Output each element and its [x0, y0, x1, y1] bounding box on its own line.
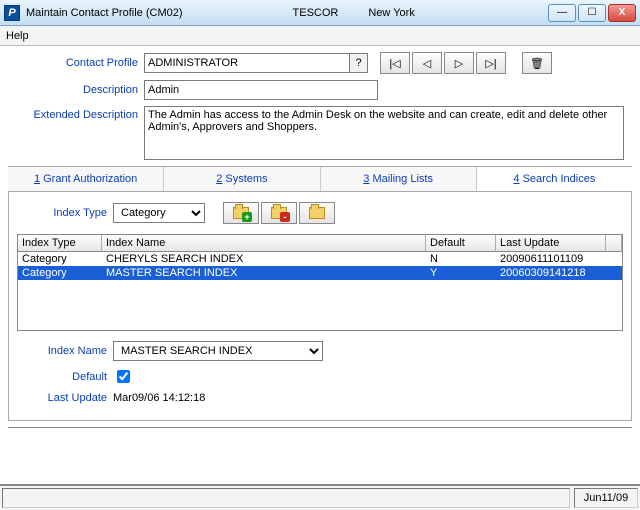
index-grid: Index Type Index Name Default Last Updat… [17, 234, 623, 331]
window-company: TESCOR [293, 7, 339, 19]
col-index-type[interactable]: Index Type [18, 235, 102, 252]
tab-grant-authorization[interactable]: 1 Grant Authorization [8, 167, 164, 191]
col-index-name[interactable]: Index Name [102, 235, 426, 252]
status-bar: Jun11/09 [0, 484, 640, 510]
extended-description-textarea[interactable]: The Admin has access to the Admin Desk o… [144, 106, 624, 160]
delete-button[interactable]: 🗑 [522, 52, 552, 74]
col-last-update[interactable]: Last Update [496, 235, 606, 252]
menu-help[interactable]: Help [6, 30, 29, 42]
index-type-select[interactable]: Category [113, 203, 205, 223]
grid-header: Index Type Index Name Default Last Updat… [18, 235, 622, 252]
open-folder-button[interactable] [299, 202, 335, 224]
tab-strip: 1 Grant Authorization 2 Systems 3 Mailin… [8, 166, 632, 192]
prev-record-button[interactable]: ◁ [412, 52, 442, 74]
col-scroll [606, 235, 622, 252]
contact-profile-input[interactable] [144, 53, 350, 73]
add-folder-button[interactable]: + [223, 202, 259, 224]
label-default: Default [17, 371, 113, 383]
default-checkbox[interactable] [117, 370, 130, 383]
window-location: New York [368, 7, 414, 19]
menu-bar: Help [0, 26, 640, 46]
label-index-type: Index Type [17, 207, 113, 219]
label-contact-profile: Contact Profile [8, 57, 144, 69]
status-message [2, 488, 570, 508]
folder-plus-icon: + [233, 207, 249, 219]
first-record-button[interactable]: |◁ [380, 52, 410, 74]
col-default[interactable]: Default [426, 235, 496, 252]
title-bar: P Maintain Contact Profile (CM02) TESCOR… [0, 0, 640, 26]
status-date: Jun11/09 [574, 488, 638, 508]
next-record-button[interactable]: ▷ [444, 52, 474, 74]
maximize-button[interactable]: ☐ [578, 4, 606, 22]
label-last-update: Last Update [17, 392, 113, 404]
folder-icon [309, 207, 325, 219]
last-record-button[interactable]: ▷| [476, 52, 506, 74]
tab-systems[interactable]: 2 Systems [164, 167, 320, 191]
grid-body[interactable]: Category CHERYLS SEARCH INDEX N 20090611… [18, 252, 622, 330]
close-button[interactable]: X [608, 4, 636, 22]
window-title: Maintain Contact Profile (CM02) [26, 7, 183, 19]
tab-mailing-lists[interactable]: 3 Mailing Lists [321, 167, 477, 191]
label-extended-description: Extended Description [8, 106, 144, 121]
label-description: Description [8, 84, 144, 96]
index-name-select[interactable]: MASTER SEARCH INDEX [113, 341, 323, 361]
label-index-name: Index Name [17, 345, 113, 357]
divider [8, 427, 632, 429]
tab-search-indices[interactable]: 4 Search Indices [477, 167, 632, 191]
description-input[interactable] [144, 80, 378, 100]
lookup-button[interactable]: ? [350, 53, 368, 73]
table-row[interactable]: Category MASTER SEARCH INDEX Y 200603091… [18, 266, 622, 280]
minimize-button[interactable]: — [548, 4, 576, 22]
app-icon: P [4, 5, 20, 21]
table-row[interactable]: Category CHERYLS SEARCH INDEX N 20090611… [18, 252, 622, 266]
remove-folder-button[interactable]: - [261, 202, 297, 224]
folder-minus-icon: - [271, 207, 287, 219]
search-indices-panel: Index Type Category + - Index Type Index… [8, 192, 632, 421]
last-update-value: Mar09/06 14:12:18 [113, 392, 205, 404]
